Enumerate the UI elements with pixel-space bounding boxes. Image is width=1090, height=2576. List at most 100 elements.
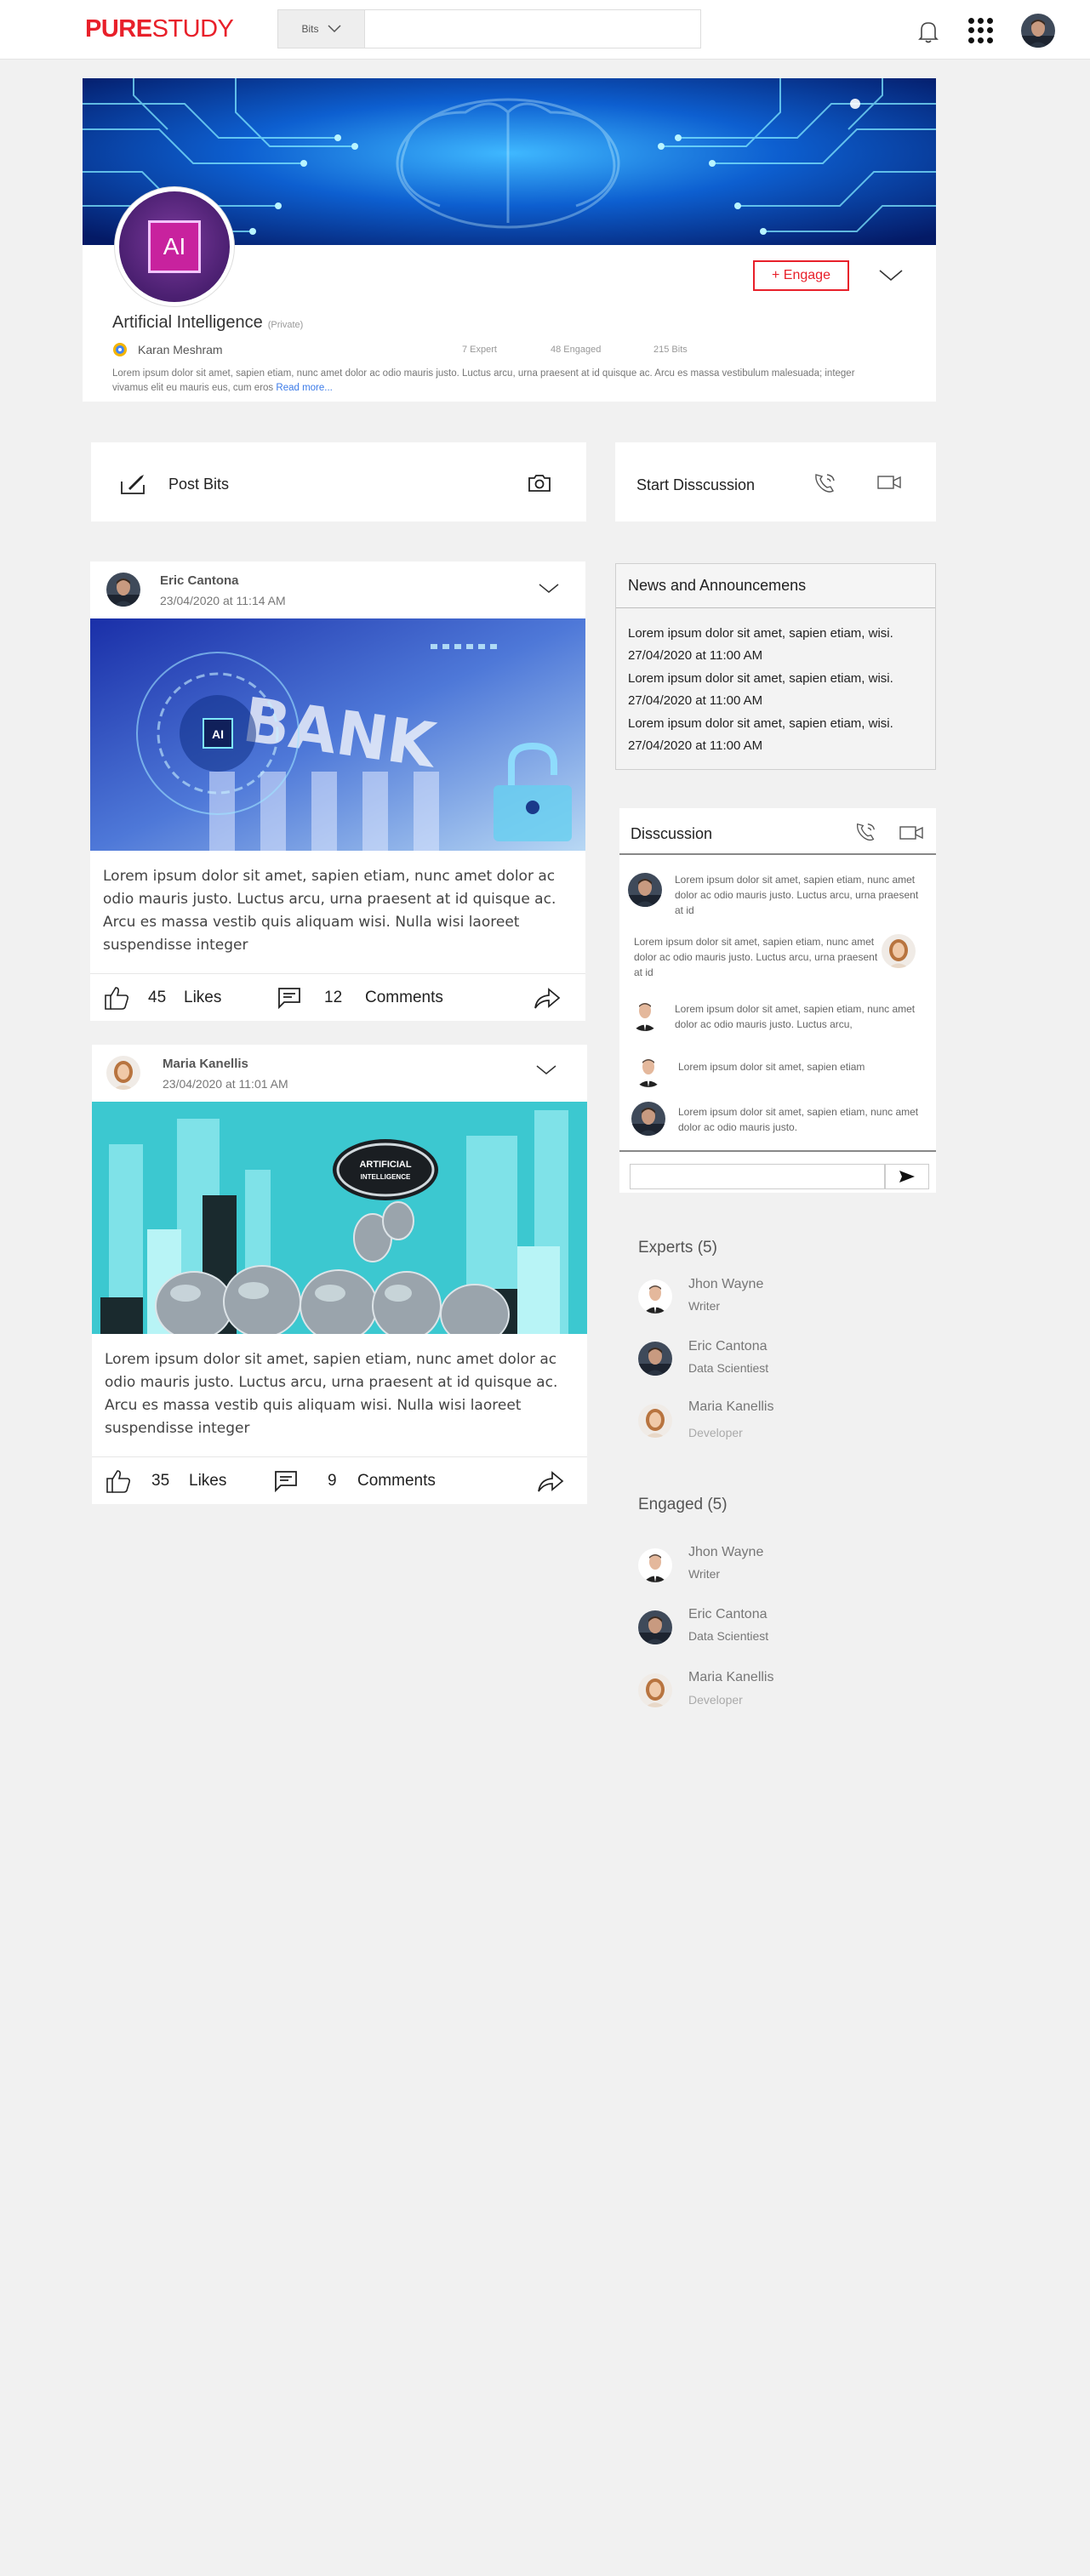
comment-icon[interactable] xyxy=(277,987,301,1010)
discussion-message: Lorem ipsum dolor sit amet, sapien etiam… xyxy=(675,874,919,916)
news-item[interactable]: Lorem ipsum dolor sit amet, sapien etiam… xyxy=(628,623,893,667)
discussion-message: Lorem ipsum dolor sit amet, sapien etiam… xyxy=(634,936,878,978)
post-card: Eric Cantona 23/04/2020 at 11:14 AM BANK… xyxy=(90,561,585,1021)
description-text: Lorem ipsum dolor sit amet, sapien etiam… xyxy=(112,368,855,393)
news-item[interactable]: Lorem ipsum dolor sit amet, sapien etiam… xyxy=(628,668,893,712)
news-item[interactable]: Lorem ipsum dolor sit amet, sapien etiam… xyxy=(628,713,893,757)
likes-count: 45 xyxy=(148,989,167,1006)
expert-avatar[interactable] xyxy=(638,1404,672,1438)
likes-count: 35 xyxy=(151,1472,170,1490)
post-bits-composer[interactable]: Post Bits xyxy=(91,442,586,521)
ai-chip-icon: AI xyxy=(148,220,201,273)
author-avatar[interactable] xyxy=(106,573,140,607)
phone-call-icon[interactable] xyxy=(854,820,878,844)
ai-sign-line2: INTELLIGENCE xyxy=(361,1173,411,1181)
likes-label[interactable]: Likes xyxy=(184,989,221,1007)
post-date: 23/04/2020 at 11:01 AM xyxy=(163,1077,288,1091)
engaged-avatar[interactable] xyxy=(638,1673,672,1707)
engage-button[interactable]: + Engage xyxy=(753,260,849,291)
post-body: Lorem ipsum dolor sit amet, sapien etiam… xyxy=(105,1351,558,1437)
thumbs-up-icon[interactable] xyxy=(103,984,130,1012)
comments-count: 12 xyxy=(324,989,343,1006)
purestudy-logo[interactable]: PURESTUDY xyxy=(85,15,234,43)
post-author[interactable]: Maria Kanellis xyxy=(163,1057,248,1071)
engaged-role: Writer xyxy=(688,1567,721,1581)
discussion-title: Disscussion xyxy=(631,825,713,842)
engaged-name[interactable]: Eric Cantona xyxy=(688,1607,768,1622)
engaged-name[interactable]: Jhon Wayne xyxy=(688,1545,763,1560)
community-description: Lorem ipsum dolor sit amet, sapien etiam… xyxy=(112,367,878,396)
discussion-compose xyxy=(619,1150,936,1193)
engaged-name[interactable]: Maria Kanellis xyxy=(688,1670,773,1685)
news-item-date: 27/04/2020 at 11:00 AM xyxy=(628,693,763,708)
expert-avatar[interactable] xyxy=(638,1342,672,1376)
engaged-role: Data Scientiest xyxy=(688,1629,769,1643)
user-avatar[interactable] xyxy=(1021,14,1055,48)
ai-badge-text: AI xyxy=(212,727,224,741)
news-item-date: 27/04/2020 at 11:00 AM xyxy=(628,738,763,753)
owner-name[interactable]: Karan Meshram xyxy=(138,343,223,356)
comment-icon[interactable] xyxy=(274,1470,298,1493)
start-discussion-label: Start Disscussion xyxy=(636,476,756,493)
post-image[interactable]: BANK AI xyxy=(90,618,585,851)
start-discussion-composer[interactable]: Start Disscussion xyxy=(615,442,936,521)
engaged-avatar[interactable] xyxy=(638,1610,672,1644)
chevron-down-icon[interactable] xyxy=(535,1062,557,1077)
share-icon[interactable] xyxy=(537,1469,564,1493)
message-avatar xyxy=(882,934,916,968)
logo-rest-text: STUDY xyxy=(151,15,234,43)
engaged-avatar[interactable] xyxy=(638,1548,672,1582)
experts-count: 7 Expert xyxy=(462,345,497,355)
news-item-text: Lorem ipsum dolor sit amet, sapien etiam… xyxy=(628,716,893,731)
post-actions-bar: 45 Likes 12 Comments xyxy=(90,973,585,1021)
message-avatar xyxy=(628,873,662,907)
news-item-text: Lorem ipsum dolor sit amet, sapien etiam… xyxy=(628,626,893,641)
post-image[interactable]: ARTIFICIAL INTELLIGENCE xyxy=(92,1102,587,1334)
expert-name[interactable]: Jhon Wayne xyxy=(688,1277,763,1292)
bits-count: 215 Bits xyxy=(653,345,688,355)
send-button[interactable] xyxy=(885,1164,929,1189)
community-logo-text: AI xyxy=(163,233,186,259)
expert-avatar[interactable] xyxy=(638,1279,672,1314)
discussion-message: Lorem ipsum dolor sit amet, sapien etiam… xyxy=(678,1106,919,1133)
bell-icon[interactable] xyxy=(914,17,943,46)
top-navigation-bar: PURESTUDY Bits xyxy=(0,0,1090,60)
post-actions-bar: 35 Likes 9 Comments xyxy=(92,1456,587,1504)
comments-label[interactable]: Comments xyxy=(357,1472,436,1490)
community-title: Artificial Intelligence (Private) xyxy=(112,313,303,333)
experts-title: Experts (5) xyxy=(638,1239,717,1257)
chevron-down-icon[interactable] xyxy=(877,264,905,286)
expert-name[interactable]: Maria Kanellis xyxy=(688,1399,773,1415)
privacy-badge: (Private) xyxy=(267,320,304,330)
share-icon[interactable] xyxy=(534,986,561,1010)
owner-badge-icon xyxy=(111,341,128,358)
author-avatar[interactable] xyxy=(106,1056,140,1090)
search-input[interactable] xyxy=(367,12,697,46)
likes-label[interactable]: Likes xyxy=(189,1472,226,1490)
comments-count: 9 xyxy=(328,1472,337,1490)
discussion-header: Disscussion xyxy=(619,808,936,855)
chevron-down-icon[interactable] xyxy=(538,580,560,596)
thumbs-up-icon[interactable] xyxy=(105,1468,132,1495)
post-edit-icon xyxy=(120,473,147,495)
search-scope-label: Bits xyxy=(301,23,319,35)
news-item-text: Lorem ipsum dolor sit amet, sapien etiam… xyxy=(628,671,893,686)
video-icon[interactable] xyxy=(899,824,924,842)
video-icon[interactable] xyxy=(876,473,902,492)
discussion-message: Lorem ipsum dolor sit amet, sapien etiam… xyxy=(675,1003,916,1030)
expert-role: Data Scientiest xyxy=(688,1361,769,1375)
discussion-message-input[interactable] xyxy=(630,1164,885,1189)
comments-label[interactable]: Comments xyxy=(365,989,443,1007)
chevron-down-icon xyxy=(327,25,341,33)
community-name: Artificial Intelligence xyxy=(112,313,263,332)
post-author[interactable]: Eric Cantona xyxy=(160,573,239,588)
read-more-link[interactable]: Read more... xyxy=(276,383,332,393)
news-item-date: 27/04/2020 at 11:00 AM xyxy=(628,648,763,663)
post-card: Maria Kanellis 23/04/2020 at 11:01 AM AR… xyxy=(92,1045,587,1504)
engaged-title: Engaged (5) xyxy=(638,1496,728,1513)
camera-icon[interactable] xyxy=(528,473,551,493)
search-scope-dropdown[interactable]: Bits xyxy=(278,10,365,48)
expert-name[interactable]: Eric Cantona xyxy=(688,1339,768,1354)
apps-grid-icon[interactable] xyxy=(968,18,994,43)
phone-call-icon[interactable] xyxy=(813,471,838,495)
